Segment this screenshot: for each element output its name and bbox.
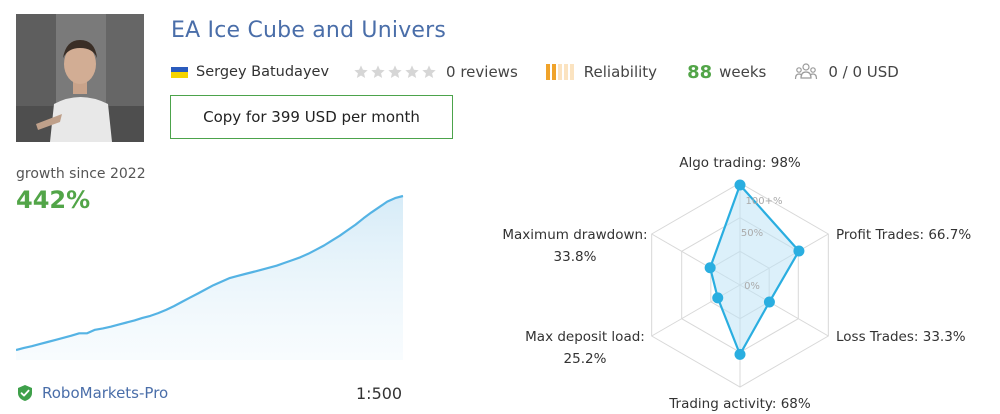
star-icon	[388, 65, 402, 78]
radar-value-point	[763, 296, 775, 308]
radar-value-point	[734, 348, 746, 360]
star-icon	[354, 65, 368, 78]
signal-meta-row: Sergey Batudayev 0 reviews Reliability 8…	[171, 60, 899, 84]
reviews-link[interactable]: 0 reviews	[446, 63, 518, 81]
growth-label: growth since 2022	[16, 166, 146, 182]
author-avatar[interactable]	[16, 14, 144, 142]
radar-scale-0: 0%	[744, 281, 760, 292]
radar-value-point	[793, 245, 805, 257]
radar-label-maximum-drawdown: Maximum drawdown:	[502, 227, 647, 243]
avatar-photo	[16, 14, 144, 142]
radar-value-point	[712, 292, 724, 304]
radar-chart: 100+% 50% 0% Algo trading: 98% Profit Tr…	[502, 155, 971, 412]
subscribers-value: 0 / 0 USD	[828, 63, 899, 81]
author-name[interactable]: Sergey Batudayev	[196, 64, 329, 80]
radar-scale-100: 100+%	[746, 196, 783, 207]
radar-value-polygon	[709, 183, 801, 356]
star-icon	[405, 65, 419, 78]
broker-name[interactable]: RoboMarkets-Pro	[42, 384, 168, 402]
growth-chart[interactable]	[16, 190, 406, 360]
radar-label-trading-activity: Trading activity: 68%	[668, 396, 811, 412]
radar-value-max-deposit-load: 25.2%	[564, 351, 607, 367]
radar-label-algo-trading: Algo trading: 98%	[679, 155, 801, 171]
copy-subscribe-button[interactable]: Copy for 399 USD per month	[170, 95, 453, 139]
signal-title[interactable]: EA Ice Cube and Univers	[171, 18, 446, 43]
radar-label-loss-trades: Loss Trades: 33.3%	[836, 329, 966, 345]
leverage-value: 1:500	[356, 384, 403, 403]
radar-value-maximum-drawdown: 33.8%	[554, 249, 597, 265]
radar-scale-50: 50%	[741, 228, 763, 239]
radar-label-profit-trades: Profit Trades: 66.7%	[836, 227, 971, 243]
star-icon	[371, 65, 385, 78]
radar-value-point	[704, 262, 716, 274]
radar-label-max-deposit-load: Max deposit load:	[525, 329, 645, 345]
subscribers-icon	[795, 63, 818, 80]
reliability-label: Reliability	[583, 63, 658, 81]
rating-stars	[353, 64, 437, 80]
broker-info[interactable]: RoboMarkets-Pro	[16, 384, 168, 402]
weeks-label: weeks	[719, 63, 767, 81]
verified-shield-icon	[18, 385, 32, 401]
reliability-bars-icon	[545, 64, 574, 80]
ukraine-flag-icon	[171, 66, 188, 78]
star-icon	[422, 65, 436, 78]
radar-value-point	[734, 179, 746, 191]
weeks-value: 88	[687, 61, 713, 83]
